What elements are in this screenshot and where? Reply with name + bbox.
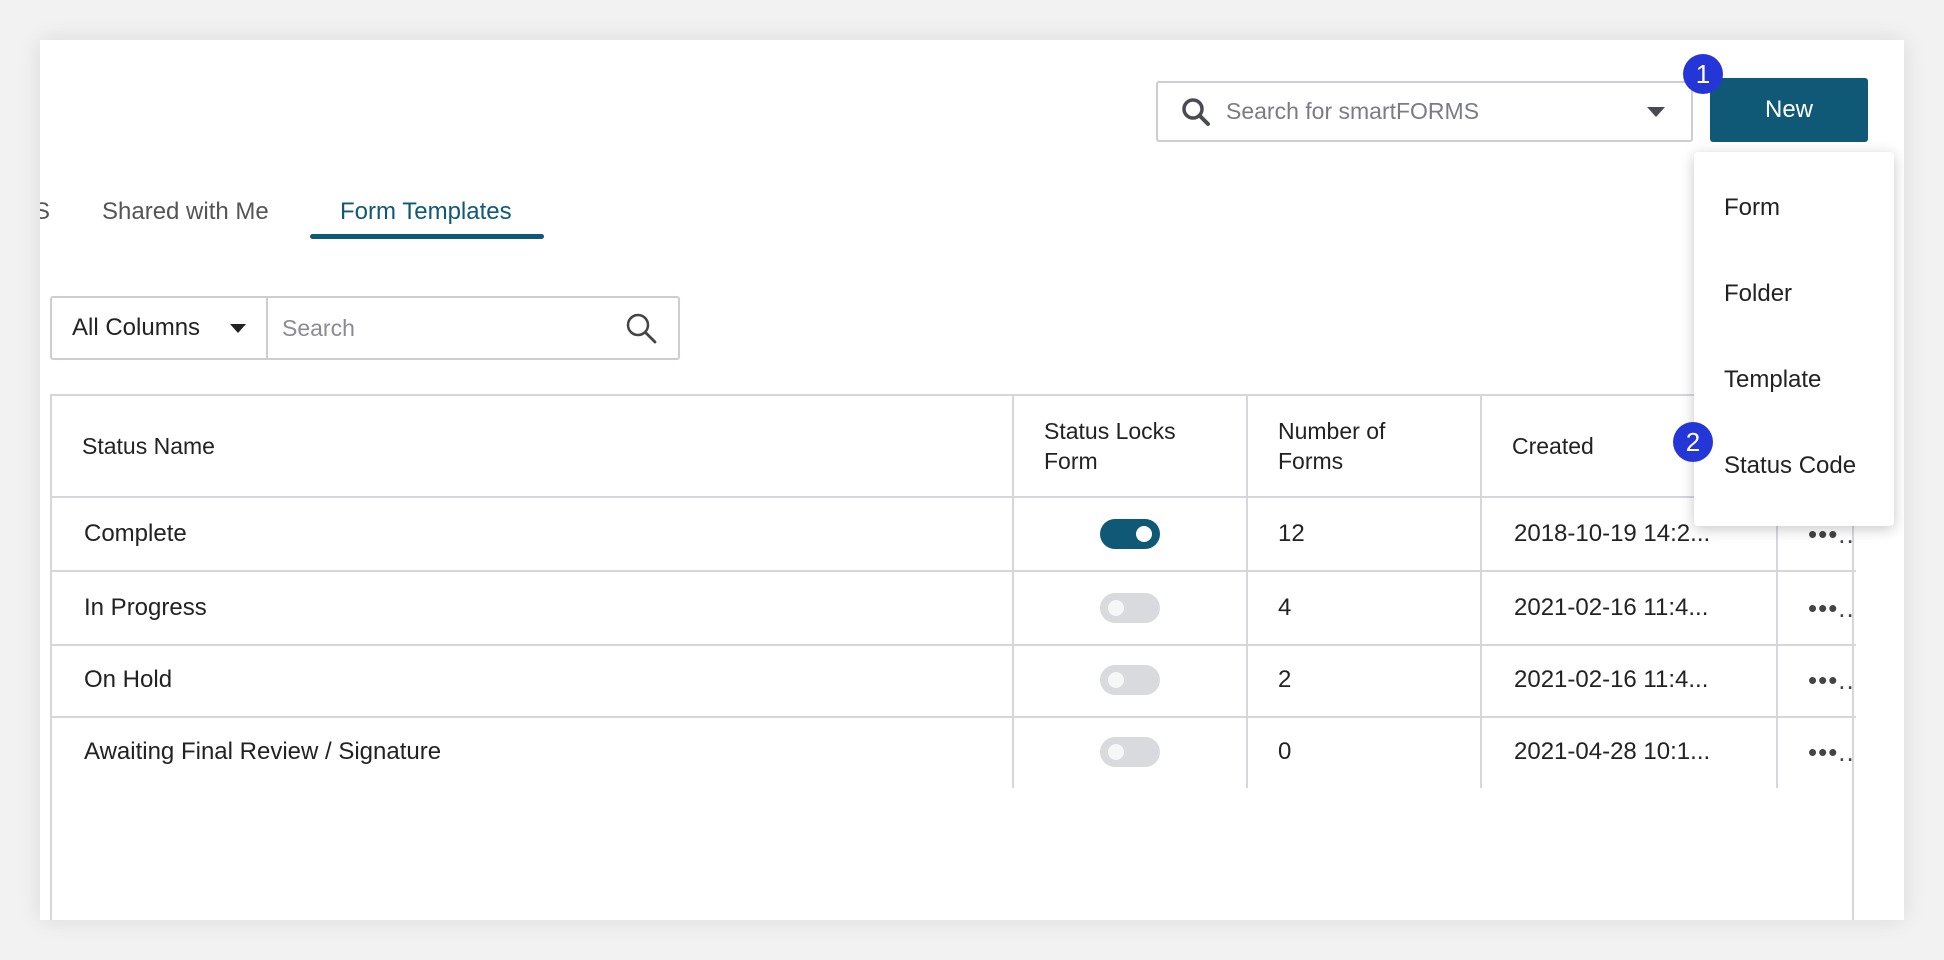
tab-partial[interactable]: S [40,198,50,226]
tab-shared-with-me[interactable]: Shared with Me [102,198,269,226]
new-dropdown-menu: Form Folder Template Status Code [1694,152,1894,526]
search-icon [1182,97,1210,126]
column-header-line: Number of [1278,418,1386,444]
menu-item-form[interactable]: Form [1724,194,1780,222]
row-actions-icon[interactable]: •••.. [1778,716,1856,788]
status-lock-toggle[interactable] [1100,737,1160,767]
status-name-cell: On Hold [52,644,1014,716]
active-tab-indicator [310,234,544,239]
step-badge-2: 2 [1673,422,1713,462]
status-name-cell: Complete [52,498,1014,570]
status-lock-toggle[interactable] [1100,593,1160,623]
new-button[interactable]: New [1710,78,1868,142]
status-locks-cell [1014,716,1248,788]
search-dropdown-caret-icon[interactable] [1647,106,1665,117]
column-header-status-locks-form[interactable]: Status Locks Form [1014,396,1248,496]
number-of-forms-cell: 2 [1248,644,1482,716]
table-search-input[interactable]: Search [282,315,624,342]
column-header-line: Form [1044,448,1098,474]
status-codes-table: Status Name Status Locks Form Number of … [50,394,1856,920]
status-name-cell: Awaiting Final Review / Signature [52,716,1014,788]
column-select-value: All Columns [72,314,201,341]
column-header-status-name[interactable]: Status Name [52,396,1014,496]
number-of-forms-cell: 0 [1248,716,1482,788]
table-row[interactable]: Awaiting Final Review / Signature 0 2021… [52,716,1856,788]
created-cell: 2021-02-16 11:4... [1482,572,1778,644]
status-lock-toggle[interactable] [1100,665,1160,695]
toggle-knob [1136,526,1152,542]
menu-item-folder[interactable]: Folder [1724,280,1792,308]
number-of-forms-cell: 12 [1248,498,1482,570]
status-name-cell: In Progress [52,572,1014,644]
status-lock-toggle[interactable] [1100,519,1160,549]
number-of-forms-cell: 4 [1248,572,1482,644]
table-filter: All Columns Search [50,296,680,360]
row-actions-icon[interactable]: •••.. [1778,572,1856,644]
table-search-field[interactable]: Search [268,298,678,358]
table-header-row: Status Name Status Locks Form Number of … [52,396,1856,498]
table-row[interactable]: In Progress 4 2021-02-16 11:4... •••.. [52,572,1856,646]
status-locks-cell [1014,644,1248,716]
menu-item-status-code[interactable]: Status Code [1724,452,1856,480]
step-badge-1: 1 [1683,54,1723,94]
toggle-knob [1108,672,1124,688]
created-cell: 2021-02-16 11:4... [1482,644,1778,716]
table-row[interactable]: Complete 12 2018-10-19 14:2... •••.. [52,498,1856,572]
column-header-number-of-forms[interactable]: Number of Forms [1248,396,1482,496]
menu-item-template[interactable]: Template [1724,366,1821,394]
smartforms-search-input[interactable]: Search for smartFORMS [1226,98,1647,125]
row-actions-icon[interactable]: •••.. [1778,644,1856,716]
created-cell: 2021-04-28 10:1... [1482,716,1778,788]
status-locks-cell [1014,498,1248,570]
toggle-knob [1108,744,1124,760]
app-frame: Search for smartFORMS New 1 S Shared wit… [40,40,1904,920]
column-header-line: Forms [1278,448,1344,474]
tab-form-templates[interactable]: Form Templates [340,198,512,226]
smartforms-search-box[interactable]: Search for smartFORMS [1156,81,1693,142]
table-row[interactable]: On Hold 2 2021-02-16 11:4... •••.. [52,644,1856,718]
chevron-down-icon [230,323,246,333]
toggle-knob [1108,600,1124,616]
column-select[interactable]: All Columns [52,298,268,358]
column-header-line: Status Locks [1044,418,1176,444]
status-locks-cell [1014,572,1248,644]
search-icon[interactable] [624,311,658,345]
